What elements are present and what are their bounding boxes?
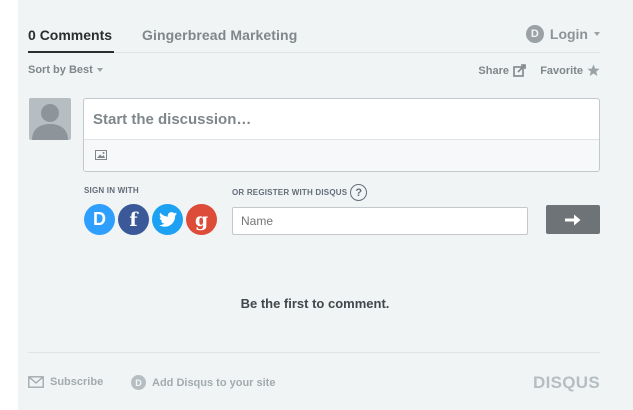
disqus-login-button[interactable]: D: [84, 204, 115, 235]
register-heading: OR REGISTER WITH DISQUS ?: [232, 184, 368, 201]
login-label: Login: [549, 26, 588, 42]
login-menu[interactable]: D Login: [525, 25, 600, 43]
share-icon: [513, 64, 526, 77]
share-label: Share: [478, 64, 509, 77]
signin-label: SIGN IN WITH: [84, 186, 139, 195]
comment-count: 0: [28, 27, 36, 43]
favorite-label: Favorite: [540, 64, 583, 77]
twitter-login-button[interactable]: [152, 204, 183, 235]
facebook-login-button[interactable]: f: [118, 204, 149, 235]
subscribe-link[interactable]: Subscribe: [28, 376, 103, 388]
image-upload-icon[interactable]: [95, 150, 107, 160]
favorite-button[interactable]: Favorite: [540, 64, 600, 77]
footer: Subscribe D Add Disqus to your site DISQ…: [28, 352, 600, 410]
facebook-icon: f: [129, 208, 138, 231]
comment-composer[interactable]: Start the discussion…: [83, 98, 600, 172]
arrow-right-icon: [565, 214, 581, 225]
composer-toolbar: [84, 140, 599, 171]
tab-community[interactable]: Gingerbread Marketing: [142, 27, 297, 43]
add-disqus-label: Add Disqus to your site: [152, 376, 276, 389]
comment-textarea[interactable]: Start the discussion…: [84, 99, 599, 140]
chevron-down-icon: [594, 32, 600, 36]
disqus-logo-icon: D: [131, 375, 146, 390]
avatar: [29, 98, 71, 140]
name-input[interactable]: [232, 207, 528, 235]
star-icon: [587, 64, 600, 76]
help-icon[interactable]: ?: [350, 184, 368, 201]
user-silhouette-icon: [32, 104, 68, 140]
register-label: OR REGISTER WITH DISQUS: [232, 188, 348, 197]
nav-bar: 0 Comments Gingerbread Marketing D Login: [28, 0, 600, 53]
sort-label: Sort by Best: [28, 64, 93, 76]
comments-label: Comments: [39, 27, 113, 43]
google-icon: g: [194, 208, 209, 231]
disqus-logo-icon: D: [525, 25, 544, 43]
disqus-brand-logo[interactable]: DISQUS: [533, 373, 600, 393]
google-login-button[interactable]: g: [186, 204, 217, 235]
empty-state-message: Be the first to comment.: [240, 296, 390, 311]
disqus-icon: D: [93, 209, 106, 229]
submit-arrow-button[interactable]: [546, 205, 600, 234]
social-login-buttons: D f g: [84, 204, 217, 235]
chevron-down-icon: [96, 68, 103, 72]
add-disqus-link[interactable]: D Add Disqus to your site: [131, 375, 275, 390]
twitter-icon: [158, 212, 177, 227]
sort-dropdown[interactable]: Sort by Best: [28, 64, 103, 76]
share-button[interactable]: Share: [478, 64, 526, 77]
subscribe-label: Subscribe: [50, 376, 104, 388]
tab-comments[interactable]: 0 Comments: [28, 27, 115, 53]
disqus-thread: 0 Comments Gingerbread Marketing D Login…: [18, 0, 633, 410]
mail-icon: [28, 376, 44, 388]
secondary-toolbar: Sort by Best Share Favorite: [28, 62, 600, 80]
